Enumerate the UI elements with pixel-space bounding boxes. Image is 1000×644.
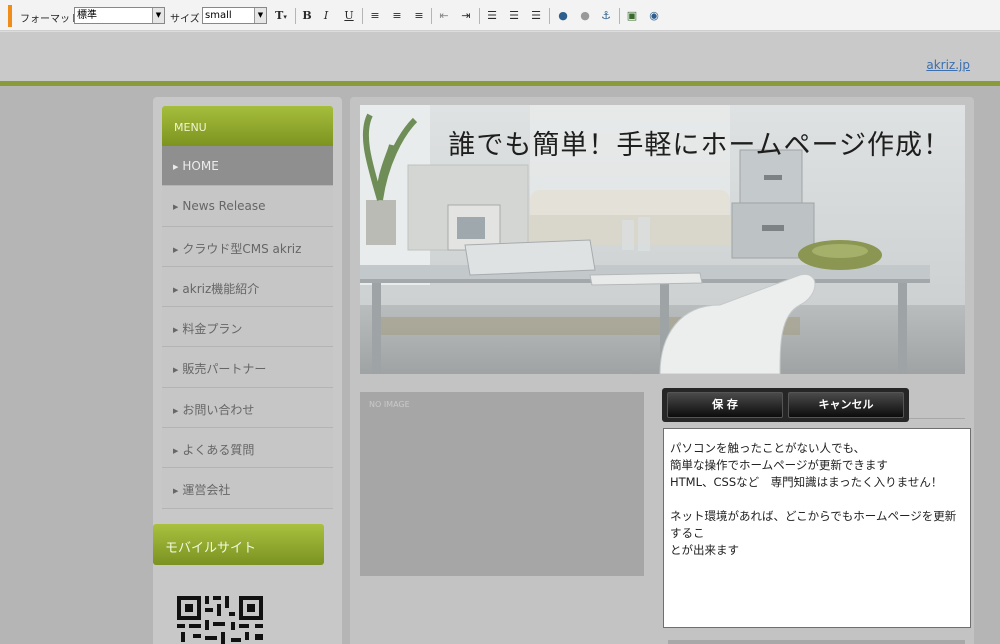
editor-line: とが出来ます — [670, 543, 739, 557]
bullet-list-icon[interactable]: ☰ — [506, 8, 522, 24]
sidebar-item-label: お問い合わせ — [182, 402, 255, 417]
sidebar-item-cloud-cms[interactable]: ▶ クラウド型CMS akriz — [162, 226, 333, 267]
format-label: フォーマット — [20, 14, 80, 25]
sidebar-item-faq[interactable]: ▶ よくある質問 — [162, 428, 333, 469]
sidebar-item-pricing[interactable]: ▶ 料金プラン — [162, 307, 333, 348]
underline-button[interactable]: U — [341, 8, 357, 24]
chevron-down-icon: ▼ — [152, 8, 164, 23]
sidebar-item-contact[interactable]: ▶ お問い合わせ — [162, 387, 333, 429]
format-select[interactable]: 標準 ▼ — [74, 7, 165, 24]
sidebar-item-label: クラウド型CMS akriz — [182, 241, 302, 256]
link-icon[interactable]: ● — [555, 8, 571, 24]
sidebar-item-label: News Release — [182, 199, 266, 214]
sidebar-item-label: よくある質問 — [182, 443, 255, 458]
bullet-icon: ▶ — [173, 163, 179, 171]
horizontal-rule-icon[interactable]: ☰ — [528, 8, 544, 24]
bullet-icon: ▶ — [173, 245, 179, 254]
align-left-icon[interactable]: ≡ — [367, 8, 383, 24]
align-center-icon[interactable]: ≡ — [389, 8, 405, 24]
bullet-icon: ▶ — [173, 285, 179, 294]
editor-blank-line — [670, 491, 964, 508]
editor-toolbar: フォーマット 標準 ▼ サイズ small ▼ T▾ B I U ≡ ≡ ≡ ⇤… — [0, 0, 1000, 31]
anchor-icon[interactable]: ⚓ — [598, 8, 614, 24]
text-editor[interactable]: パソコンを触ったことがない人でも、 簡単な操作でホームページが更新できます HT… — [663, 428, 971, 628]
toolbar-separator — [619, 8, 620, 24]
bullet-icon: ▶ — [173, 326, 179, 335]
italic-button[interactable]: I — [318, 8, 334, 24]
sidebar-item-news-release[interactable]: ▶ News Release — [162, 186, 333, 227]
divider — [909, 418, 965, 419]
toolbar-grip-handle[interactable] — [8, 5, 12, 27]
sidebar-item-home[interactable]: ▶ HOME — [162, 146, 333, 187]
flash-icon[interactable]: ◉ — [646, 8, 662, 24]
size-select-value: small — [205, 10, 232, 21]
size-select[interactable]: small ▼ — [202, 7, 267, 24]
hero-banner: 誰でも簡単！手軽にホームページ作成！ — [360, 105, 965, 374]
noimage-label: NO IMAGE — [369, 400, 410, 409]
sidebar-item-company[interactable]: ▶ 運営会社 — [162, 468, 333, 509]
banner-title: 誰でも簡単！手軽にホームページ作成！ — [448, 130, 951, 161]
bullet-icon: ▶ — [173, 487, 179, 496]
toolbar-separator — [479, 8, 480, 24]
toolbar-separator — [295, 8, 296, 24]
editor-line: 簡単な操作でホームページが更新できます — [670, 458, 888, 472]
toolbar-separator — [431, 8, 432, 24]
align-right-icon[interactable]: ≡ — [411, 8, 427, 24]
sidebar-item-features[interactable]: ▶ akriz機能紹介 — [162, 266, 333, 308]
qr-code-icon — [175, 594, 267, 644]
divider — [668, 640, 965, 644]
toolbar-separator — [549, 8, 550, 24]
bold-button[interactable]: B — [299, 8, 315, 24]
sidebar-item-label: akriz機能紹介 — [182, 281, 260, 296]
editor-line: HTML、CSSなど 専門知識はまったく入りません！ — [670, 475, 943, 489]
site-link[interactable]: akriz.jp — [926, 58, 970, 72]
save-button[interactable]: 保 存 — [667, 392, 783, 418]
editor-line: パソコンを触ったことがない人でも、 — [670, 441, 866, 455]
indent-icon[interactable]: ⇥ — [458, 8, 474, 24]
sidebar-item-label: 運営会社 — [182, 483, 231, 498]
mobile-site-title: モバイルサイト — [153, 524, 324, 565]
bullet-icon: ▶ — [173, 447, 179, 456]
sidebar-item-label: 料金プラン — [182, 322, 243, 337]
editor-line: ネット環境があれば、どこからでもホームページを更新するこ — [670, 509, 957, 540]
image-placeholder[interactable]: NO IMAGE — [360, 392, 644, 576]
format-select-value: 標準 — [77, 10, 97, 21]
size-label: サイズ — [170, 14, 200, 25]
menu-title: MENU — [162, 106, 333, 146]
sidebar-item-partners[interactable]: ▶ 販売パートナー — [162, 347, 333, 388]
sidebar-item-label: HOME — [182, 159, 219, 173]
chevron-down-icon: ▼ — [254, 8, 266, 23]
text-color-icon[interactable]: T▾ — [270, 8, 292, 24]
edit-button-bar: 保 存 キャンセル — [662, 388, 909, 422]
bullet-icon: ▶ — [173, 203, 179, 212]
numbered-list-icon[interactable]: ☰ — [484, 8, 500, 24]
cancel-button[interactable]: キャンセル — [788, 392, 904, 418]
unlink-icon[interactable]: ● — [577, 8, 593, 24]
toolbar-separator — [362, 8, 363, 24]
bullet-icon: ▶ — [173, 366, 179, 375]
image-icon[interactable]: ▣ — [624, 8, 640, 24]
outdent-icon[interactable]: ⇤ — [436, 8, 452, 24]
bullet-icon: ▶ — [173, 406, 179, 415]
sidebar-menu: ▶ HOME ▶ News Release ▶ クラウド型CMS akriz ▶ akr… — [162, 146, 333, 509]
site-header: akriz.jp — [0, 31, 1000, 81]
sidebar-item-label: 販売パートナー — [182, 362, 267, 377]
